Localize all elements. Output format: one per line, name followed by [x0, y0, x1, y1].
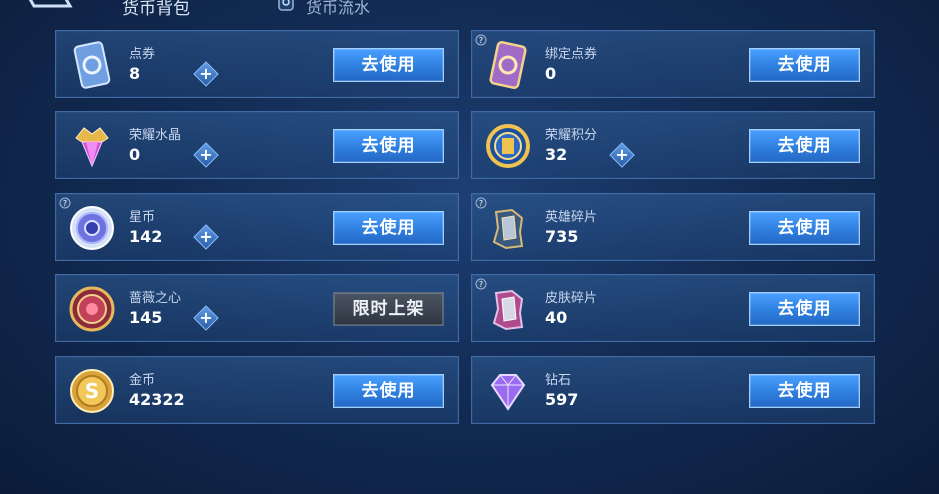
add-button[interactable]: + [193, 61, 219, 87]
top-bar: 货币背包 货币流水 [0, 0, 939, 22]
hero-fragment-icon [492, 208, 524, 250]
currency-card-hero-fragment: ? 英雄碎片 735 去使用 [471, 193, 875, 261]
plus-icon: + [199, 145, 213, 164]
currency-amount: 8 [129, 64, 141, 83]
use-button[interactable]: 去使用 [749, 374, 860, 408]
currency-card-star-coin: ? 星币 142 + 去使用 [55, 193, 459, 261]
rose-heart-coin-icon [69, 286, 115, 332]
currency-flow-icon [278, 0, 294, 11]
use-button[interactable]: 去使用 [333, 374, 444, 408]
currency-name: 荣耀水晶 [129, 128, 182, 143]
plus-icon: + [199, 227, 213, 246]
currency-card-glory-crystal: 荣耀水晶 0 + 去使用 [55, 111, 459, 179]
plus-icon: + [199, 64, 213, 83]
use-button[interactable]: 去使用 [749, 48, 860, 82]
currency-card-diamond: 钻石 597 去使用 [471, 356, 875, 424]
use-button[interactable]: 去使用 [333, 48, 444, 82]
add-button[interactable]: + [193, 142, 219, 168]
currency-amount: 0 [545, 64, 557, 83]
currency-amount: 40 [545, 308, 568, 327]
currency-card-voucher: 点券 8 + 去使用 [55, 30, 459, 98]
add-button[interactable]: + [193, 224, 219, 250]
currency-amount: 32 [545, 145, 568, 164]
skin-fragment-icon [492, 289, 524, 331]
currency-amount: 42322 [129, 390, 185, 409]
currency-name: 金币 [129, 373, 156, 388]
diamond-icon [490, 374, 526, 411]
currency-amount: 142 [129, 227, 163, 246]
svg-text:S: S [85, 379, 99, 403]
currency-card-rose-heart: 蔷薇之心 145 + 限时上架 [55, 274, 459, 342]
currency-amount: 0 [129, 145, 141, 164]
limited-time-button[interactable]: 限时上架 [333, 292, 444, 326]
currency-name: 点券 [129, 47, 156, 62]
use-button[interactable]: 去使用 [749, 292, 860, 326]
currency-name: 星币 [129, 210, 156, 225]
currency-card-gold-coin: S 金币 42322 去使用 [55, 356, 459, 424]
plus-icon: + [615, 145, 629, 164]
currency-name: 蔷薇之心 [129, 291, 182, 306]
tab-currency-bag[interactable]: 货币背包 [122, 0, 190, 19]
voucher-card-icon [73, 41, 111, 89]
currency-name: 绑定点券 [545, 47, 598, 62]
currency-card-glory-points: 荣耀积分 32 + 去使用 [471, 111, 875, 179]
glory-crystal-icon [75, 127, 109, 168]
currency-name: 钻石 [545, 373, 572, 388]
currency-amount: 735 [545, 227, 579, 246]
tab-currency-flow[interactable]: 货币流水 [306, 0, 370, 18]
gold-coin-icon: S [70, 369, 114, 413]
star-coin-icon [70, 206, 114, 250]
use-button[interactable]: 去使用 [749, 129, 860, 163]
back-logo-icon[interactable] [22, 0, 74, 14]
glory-points-coin-icon [486, 124, 530, 168]
use-button[interactable]: 去使用 [333, 129, 444, 163]
currency-name: 荣耀积分 [545, 128, 598, 143]
bound-voucher-card-icon [489, 41, 527, 89]
use-button[interactable]: 去使用 [333, 211, 444, 245]
currency-card-skin-fragment: ? 皮肤碎片 40 去使用 [471, 274, 875, 342]
currency-name: 英雄碎片 [545, 210, 598, 225]
currency-amount: 145 [129, 308, 163, 327]
add-button[interactable]: + [609, 142, 635, 168]
add-button[interactable]: + [193, 305, 219, 331]
plus-icon: + [199, 308, 213, 327]
use-button[interactable]: 去使用 [749, 211, 860, 245]
currency-card-bound-voucher: ? 绑定点券 0 去使用 [471, 30, 875, 98]
currency-name: 皮肤碎片 [545, 291, 598, 306]
currency-amount: 597 [545, 390, 579, 409]
